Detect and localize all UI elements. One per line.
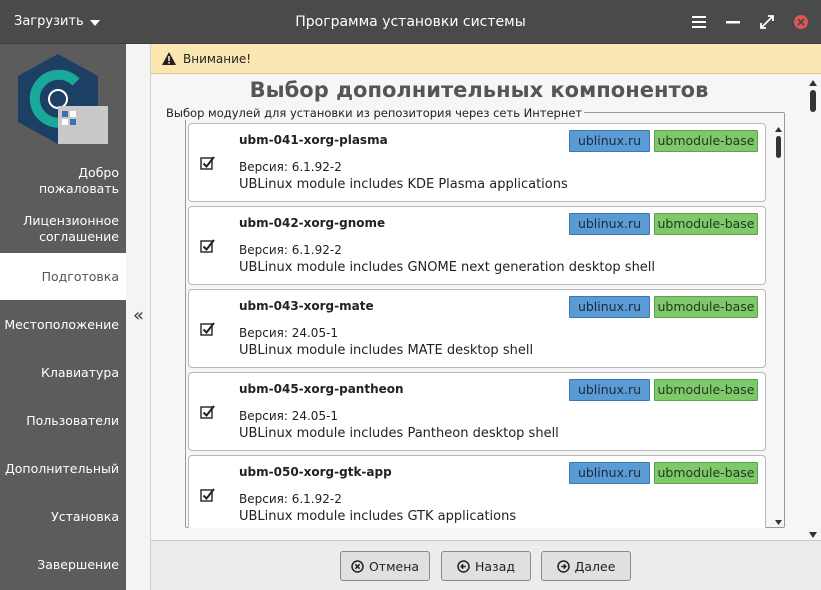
version-prefix: Версия:: [239, 160, 288, 174]
footer-bar: Отмена Назад Далее: [151, 540, 821, 590]
module-checkbox[interactable]: [200, 238, 216, 254]
sidebar-item-welcome[interactable]: Добро пожаловать: [0, 165, 126, 197]
cancel-button[interactable]: Отмена: [340, 551, 430, 581]
module-description: UBLinux module includes GTK applications: [239, 509, 517, 524]
warning-icon: [162, 52, 176, 65]
module-name: ubm-043-xorg-mate: [239, 299, 374, 313]
category-tag[interactable]: ubmodule-base: [654, 130, 758, 152]
repo-tag[interactable]: ublinux.ru: [569, 379, 650, 401]
module-card[interactable]: ubm-041-xorg-plasma ublinux.ru ubmodule-ba…: [188, 123, 766, 202]
module-description: UBLinux module includes GNOME next gener…: [239, 260, 656, 275]
arrow-right-icon: [556, 559, 570, 573]
cancel-label: Отмена: [368, 558, 420, 574]
repo-tag[interactable]: ublinux.ru: [569, 130, 650, 152]
module-checkbox[interactable]: [200, 155, 216, 171]
module-card[interactable]: ubm-043-xorg-mate ublinux.ru ubmodule-base…: [188, 289, 766, 368]
modules-list: ubm-041-xorg-plasma ublinux.ru ubmodule-ba…: [188, 120, 786, 528]
module-description: UBLinux module includes Pantheon desktop…: [239, 426, 559, 441]
page-title: Выбор дополнительных компонентов: [249, 78, 709, 102]
sidebar-item-label: Клавиатура: [41, 365, 119, 380]
sidebar-item-label: Добро пожаловать: [38, 165, 119, 196]
module-description: UBLinux module includes KDE Plasma appli…: [239, 177, 568, 192]
arrow-left-icon: [457, 559, 470, 573]
next-button[interactable]: Далее: [541, 551, 631, 581]
close-icon[interactable]: [791, 10, 811, 34]
sidebar-item-label: Завершение: [37, 557, 119, 572]
module-version: Версия: 24.05-1: [239, 409, 338, 423]
hamburger-menu-icon[interactable]: [689, 10, 709, 34]
module-checkbox[interactable]: [200, 321, 216, 337]
sidebar-item-users[interactable]: Пользователи: [0, 413, 126, 429]
collapse-sidebar-button[interactable]: «: [126, 306, 151, 328]
category-tag[interactable]: ubmodule-base: [654, 296, 758, 318]
version-value: 6.1.92-2: [291, 243, 342, 257]
version-prefix: Версия:: [239, 492, 288, 506]
sidebar-item-installation[interactable]: Установка: [0, 509, 126, 525]
sidebar-item-finish[interactable]: Завершение: [0, 557, 126, 573]
sidebar-item-label: Установка: [51, 509, 119, 524]
sidebar-item-keyboard[interactable]: Клавиатура: [0, 365, 126, 381]
module-version: Версия: 6.1.92-2: [239, 243, 342, 257]
version-prefix: Версия:: [239, 409, 288, 423]
load-menu-label: Загрузить: [14, 14, 84, 29]
sidebar-item-label: Пользователи: [26, 413, 119, 428]
sidebar-item-additional[interactable]: Дополнительный: [0, 461, 126, 477]
page-scrollbar[interactable]: [807, 76, 819, 540]
load-menu-button[interactable]: Загрузить: [8, 10, 106, 34]
repo-tag[interactable]: ublinux.ru: [569, 296, 650, 318]
ublinux-logo: [14, 52, 110, 148]
next-label: Далее: [574, 558, 616, 574]
cancel-icon: [351, 559, 364, 573]
warning-text: Внимание!: [183, 51, 252, 66]
module-version: Версия: 24.05-1: [239, 326, 338, 340]
minimize-icon[interactable]: [723, 10, 743, 34]
back-button[interactable]: Назад: [441, 551, 531, 581]
module-card[interactable]: ubm-045-xorg-pantheon ublinux.ru ubmodule-…: [188, 372, 766, 451]
sidebar-item-label: Подготовка: [41, 269, 119, 284]
repo-tag[interactable]: ublinux.ru: [569, 462, 650, 484]
version-prefix: Версия:: [239, 326, 288, 340]
module-name: ubm-050-xorg-gtk-app: [239, 465, 392, 479]
sidebar-item-preparation[interactable]: Подготовка: [0, 253, 126, 300]
version-value: 6.1.92-2: [291, 492, 342, 506]
module-name: ubm-041-xorg-plasma: [239, 133, 388, 147]
category-tag[interactable]: ubmodule-base: [654, 379, 758, 401]
modules-list-scrollbar[interactable]: [773, 124, 784, 528]
version-prefix: Версия:: [239, 243, 288, 257]
window-controls: [689, 10, 811, 34]
sidebar-item-location[interactable]: Местоположение: [0, 317, 126, 333]
module-name: ubm-042-xorg-gnome: [239, 216, 386, 230]
module-checkbox[interactable]: [200, 487, 216, 503]
module-checkbox[interactable]: [200, 404, 216, 420]
chevron-down-icon: [89, 20, 100, 26]
module-card[interactable]: ubm-050-xorg-gtk-app ublinux.ru ubmodule-b…: [188, 455, 766, 528]
module-description: UBLinux module includes MATE desktop she…: [239, 343, 534, 358]
warning-banner: Внимание!: [151, 44, 821, 74]
module-version: Версия: 6.1.92-2: [239, 492, 342, 506]
sidebar-item-label: Дополнительный: [4, 461, 119, 476]
sidebar-item-label: Местоположение: [4, 317, 119, 332]
maximize-icon[interactable]: [757, 10, 777, 34]
sidebar-item-license[interactable]: Лицензионное соглашение: [0, 213, 126, 245]
title-bar: Загрузить Программа установки системы: [0, 0, 821, 44]
category-tag[interactable]: ubmodule-base: [654, 213, 758, 235]
module-card[interactable]: ubm-042-xorg-gnome ublinux.ru ubmodule-bas…: [188, 206, 766, 285]
back-label: Назад: [474, 558, 515, 574]
repo-tag[interactable]: ublinux.ru: [569, 213, 650, 235]
version-value: 24.05-1: [291, 409, 339, 423]
version-value: 6.1.92-2: [291, 160, 342, 174]
module-name: ubm-045-xorg-pantheon: [239, 382, 404, 396]
category-tag[interactable]: ubmodule-base: [654, 462, 758, 484]
module-version: Версия: 6.1.92-2: [239, 160, 342, 174]
version-value: 24.05-1: [291, 326, 339, 340]
sidebar-collapse-column: «: [126, 44, 151, 590]
modules-frame-label: Выбор модулей для установки из репозитор…: [164, 106, 585, 120]
sidebar-item-label: Лицензионное соглашение: [23, 213, 119, 244]
